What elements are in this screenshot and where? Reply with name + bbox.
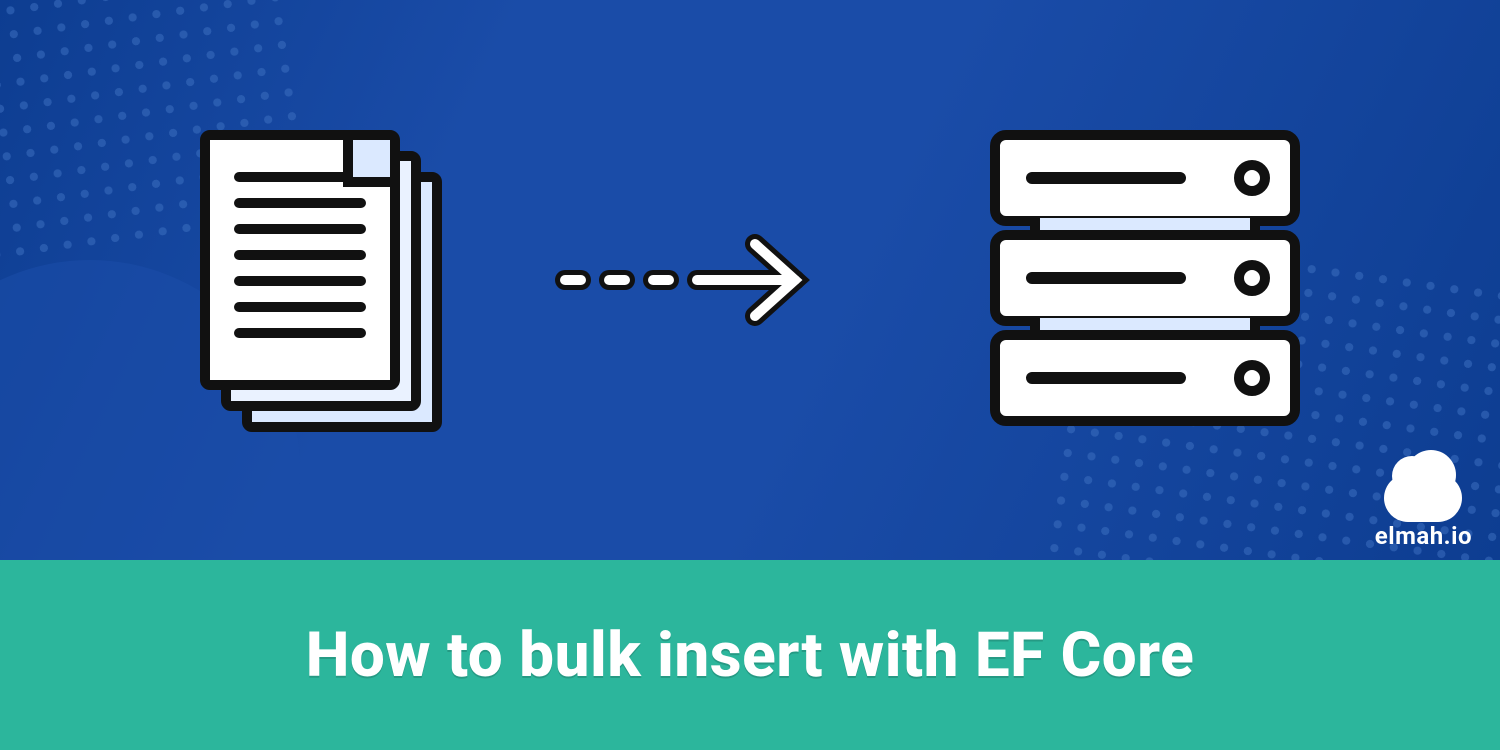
brand-text: elmah.io xyxy=(1375,522,1472,550)
diagram xyxy=(200,90,1300,470)
page-title: How to bulk insert with EF Core xyxy=(306,619,1195,692)
server-stack-icon xyxy=(990,130,1300,430)
brand-logo: elmah.io xyxy=(1375,474,1472,550)
arrow-right-icon xyxy=(545,230,885,330)
title-band: How to bulk insert with EF Core xyxy=(0,560,1500,750)
documents-icon xyxy=(200,130,440,430)
hero-illustration: elmah.io xyxy=(0,0,1500,560)
